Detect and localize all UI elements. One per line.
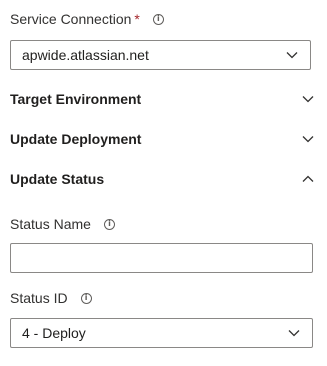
section-update-status-title: Update Status (10, 171, 105, 187)
service-connection-value: apwide.atlassian.net (22, 47, 149, 63)
section-update-deployment-title: Update Deployment (10, 131, 142, 147)
chevron-down-icon (288, 330, 300, 337)
chevron-down-icon[interactable] (302, 135, 314, 143)
status-name-label-row: Status Name i (10, 216, 115, 232)
chevron-down-icon[interactable] (302, 95, 314, 103)
chevron-up-icon[interactable] (302, 175, 314, 183)
service-connection-label-row: Service Connection * i (10, 11, 164, 27)
section-target-environment-title: Target Environment (10, 91, 142, 107)
status-name-input[interactable] (10, 243, 313, 273)
info-icon[interactable]: i (103, 218, 115, 230)
section-update-deployment[interactable]: Update Deployment (10, 131, 314, 147)
required-indicator: * (134, 11, 140, 27)
service-connection-select[interactable]: apwide.atlassian.net (10, 40, 311, 70)
status-id-label: Status ID (10, 290, 68, 306)
section-update-status[interactable]: Update Status (10, 171, 314, 187)
chevron-down-icon (286, 52, 298, 59)
status-name-label: Status Name (10, 216, 91, 232)
info-icon[interactable]: i (80, 292, 92, 304)
status-id-select[interactable]: 4 - Deploy (10, 318, 313, 348)
section-target-environment[interactable]: Target Environment (10, 91, 314, 107)
service-connection-label: Service Connection (10, 11, 132, 27)
status-id-label-row: Status ID i (10, 290, 92, 306)
status-id-value: 4 - Deploy (22, 325, 86, 341)
info-icon[interactable]: i (152, 13, 164, 25)
